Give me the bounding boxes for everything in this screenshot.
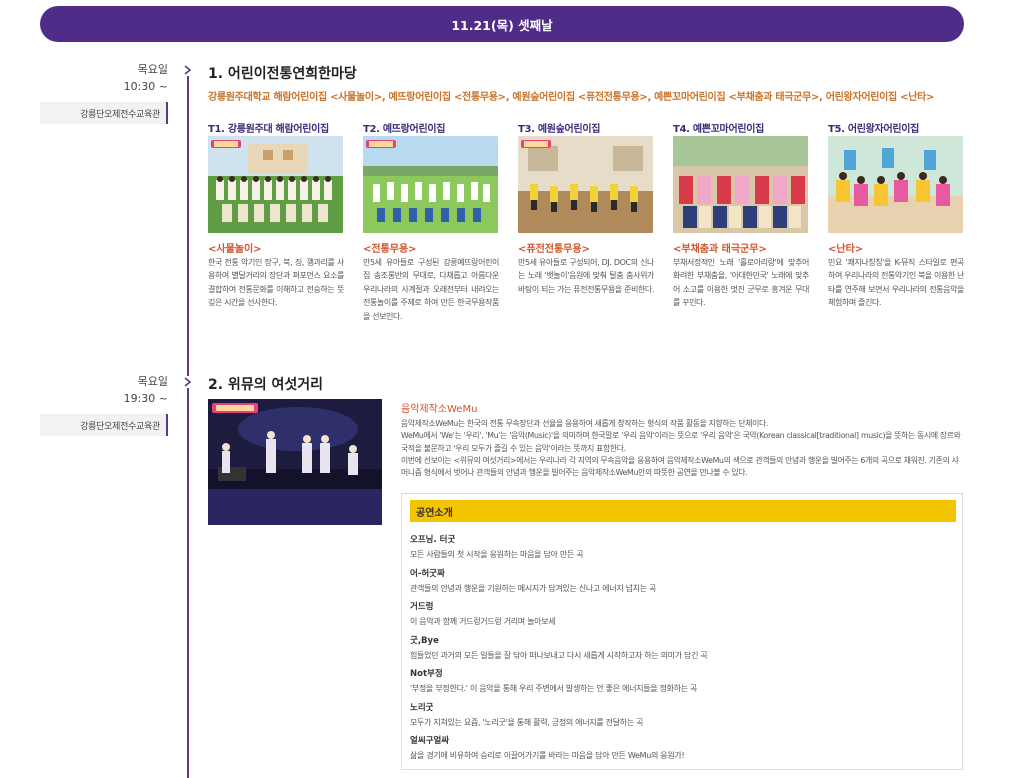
logo-badge-text — [524, 141, 548, 147]
team-description: 민요 '쾌지나칭칭'을 K-뮤직 스타일로 편곡하여 우리나라의 전통악기인 북… — [828, 258, 964, 308]
team-label: T5. 어린왕자어린이집 — [828, 124, 920, 135]
song-description: 삶을 경기에 비유하여 승리로 이끌어가기를 바라는 마음을 담아 만든 WeM… — [410, 751, 685, 760]
timeline-line — [187, 64, 189, 778]
event-time: 19:30 ~ — [123, 392, 168, 405]
day-banner: 11.21(목) 셋째날 — [40, 6, 964, 42]
song-description: 관객들의 안녕과 행운을 기원하는 메시지가 담겨있는 신나고 에너지 넘치는 … — [410, 583, 657, 593]
logo-badge-text — [214, 141, 238, 147]
song-description: 모두가 지쳐있는 요즘, '노리굿'을 통해 활력, 긍정의 에너지를 전달하는… — [410, 717, 644, 727]
song-description: '부정을 부정한다.' 이 음악을 통해 우리 주변에서 발생하는 안 좋은 에… — [410, 684, 698, 693]
team-photo — [208, 136, 343, 233]
performance-list: 오프닝. 터굿 모든 사람들의 첫 시작을 응원하는 마음을 담아 만든 곡 어… — [410, 534, 956, 769]
list-item: 굿,Bye 힘들었던 과거의 모든 일들을 잘 닦아 떠나보내고 다시 새롭게 … — [410, 635, 956, 669]
group-name: 음악제작소WeMu — [401, 404, 478, 415]
event-day: 목요일 — [137, 63, 168, 76]
song-title: 어-허굿짜 — [410, 568, 445, 579]
team-label: T1. 강릉원주대 해람어린이집 — [208, 124, 329, 135]
event-venue: 강릉단오제전수교육관 — [40, 102, 168, 124]
team-photo — [518, 136, 653, 233]
event-time: 10:30 ~ — [123, 80, 168, 93]
song-title: 거드렁 — [410, 602, 434, 612]
event-title: 2. 위뮤의 여섯거리 — [208, 377, 323, 393]
song-description: 힘들었던 과거의 모든 일들을 잘 닦아 떠나보내고 다시 새롭게 시작하고자 … — [410, 650, 708, 660]
team-label: T4. 예쁜꼬마어린이집 — [673, 124, 765, 135]
chevron-right-icon — [182, 64, 194, 76]
team-label: T3. 예원숲어린이집 — [518, 124, 601, 135]
song-title: 오프닝. 터굿 — [410, 535, 456, 545]
team-photo — [828, 136, 963, 233]
event-participants: 강릉원주대학교 해람어린이집 <사물놀이>, 예뜨랑어린이집 <전통무용>, 예… — [208, 92, 935, 103]
list-item: 오프닝. 터굿 모든 사람들의 첫 시작을 응원하는 마음을 담아 만든 곡 — [410, 534, 956, 568]
team-card: T1. 강릉원주대 해람어린이집 <사물놀이> 한국 전통 악기인 장구, 북,… — [208, 120, 344, 310]
list-item: 어-허굿짜 관객들의 안녕과 행운을 기원하는 메시지가 담겨있는 신나고 에너… — [410, 568, 956, 602]
team-program: <난타> — [828, 244, 864, 255]
song-title: 노리굿 — [410, 702, 434, 713]
team-description: 만5세 유아들로 구성된 강릉예뜨랑어린이집 송조롱반의 무대로, 다채롭고 아… — [363, 258, 499, 321]
team-program: <사물놀이> — [208, 244, 262, 255]
event-schedule: 목요일 19:30 ~ 강릉단오제전수교육관 — [40, 375, 168, 436]
performance-info-box: 공연소개 오프닝. 터굿 모든 사람들의 첫 시작을 응원하는 마음을 담아 만… — [401, 493, 963, 770]
description-paragraph: WeMu에서 'We'는 '우리', 'Mu'는 '음악(Music)'을 의미… — [401, 431, 961, 453]
team-label: T2. 예뜨랑어린이집 — [363, 124, 446, 135]
chevron-right-icon — [182, 376, 194, 388]
team-photo — [673, 136, 808, 233]
event-schedule: 목요일 10:30 ~ 강릉단오제전수교육관 — [40, 63, 168, 124]
team-card: T5. 어린왕자어린이집 <난타> 민요 '쾌지나칭칭'을 K-뮤직 스타일로 … — [828, 120, 964, 310]
list-item: 노리굿 모두가 지쳐있는 요즘, '노리굿'을 통해 활력, 긍정의 에너지를 … — [410, 702, 956, 736]
song-description: 모든 사람들의 첫 시작을 응원하는 마음을 담아 만든 곡 — [410, 550, 584, 559]
event-venue: 강릉단오제전수교육관 — [40, 414, 168, 436]
logo-badge-text — [369, 141, 393, 147]
event-day: 목요일 — [137, 375, 168, 388]
team-program: <전통무용> — [363, 244, 417, 255]
performance-photo — [208, 399, 382, 525]
list-item: Not부정 '부정을 부정한다.' 이 음악을 통해 우리 주변에서 발생하는 … — [410, 668, 956, 702]
list-item: 얼씨구얼싸 삶을 경기에 비유하여 승리로 이끌어가기를 바라는 마음을 담아 … — [410, 735, 956, 769]
description-paragraph: 음악제작소WeMu는 한국의 전통 무속장단과 선율을 응용하여 새롭게 창작하… — [401, 419, 768, 428]
description-paragraph: 이번에 선보이는 <위뮤의 여섯거리>에서는 우리나라 각 지역의 무속음악을 … — [401, 455, 959, 478]
team-description: 만5세 유아들로 구성되어, DJ. DOC의 신나는 노래 '뱃놀이'음원에 … — [518, 258, 654, 294]
team-photo — [363, 136, 498, 233]
song-title: 얼씨구얼싸 — [410, 736, 450, 746]
team-card: T4. 예쁜꼬마어린이집 <부채춤과 태극군무> 부채서정적인 노래 '홀로아리… — [673, 120, 809, 310]
team-program: <부채춤과 태극군무> — [673, 244, 767, 255]
song-title: 굿,Bye — [410, 635, 439, 646]
team-program: <퓨전전통무용> — [518, 244, 590, 255]
song-title: Not부정 — [410, 669, 443, 679]
list-item: 거드렁 이 음악과 함께 거드렁거드렁 거리며 놀아보세 — [410, 601, 956, 635]
team-description: 한국 전통 악기인 장구, 북, 징, 꽹과리를 사용하여 별달거리의 장단과 … — [208, 258, 344, 308]
group-description: 음악제작소WeMu는 한국의 전통 무속장단과 선율을 응용하여 새롭게 창작하… — [401, 418, 961, 479]
event-title: 1. 어린이전통연희한마당 — [208, 66, 357, 82]
song-description: 이 음악과 함께 거드렁거드렁 거리며 놀아보세 — [410, 617, 556, 626]
performance-info-header: 공연소개 — [410, 500, 956, 522]
team-card: T2. 예뜨랑어린이집 <전통무용> 만5세 유아들로 구성된 강릉예뜨랑어린이… — [363, 120, 499, 323]
team-card: T3. 예원숲어린이집 <퓨전전통무용> 만5세 유아들로 구성되어, DJ. … — [518, 120, 654, 296]
team-description: 부채서정적인 노래 '홀로아리랑'에 맞추어 화려한 부채춤을, '아대한민국'… — [673, 258, 809, 308]
